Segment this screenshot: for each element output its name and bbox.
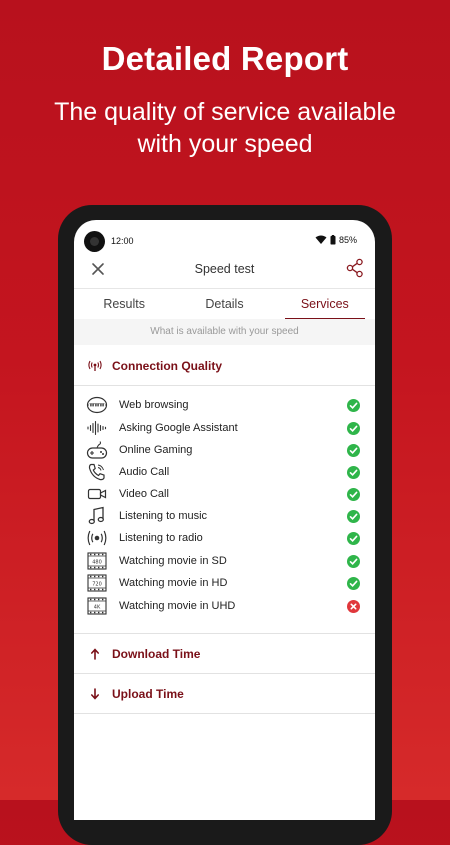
- page-title: Speed test: [194, 262, 255, 276]
- service-label: Watching movie in UHD: [119, 600, 236, 612]
- download-time-label: Download Time: [112, 647, 201, 661]
- service-row-google-assistant: Asking Google Assistant: [74, 417, 375, 439]
- service-label: Watching movie in HD: [119, 577, 228, 589]
- service-label: Web browsing: [119, 399, 189, 411]
- radio-broadcast-icon: [87, 530, 107, 546]
- front-camera: [84, 231, 105, 252]
- service-row-online-gaming: Online Gaming: [74, 439, 375, 461]
- tab-services[interactable]: Services: [275, 289, 375, 320]
- phone-call-icon: [88, 463, 105, 481]
- svg-text:720: 720: [92, 581, 102, 587]
- tab-details[interactable]: Details: [174, 289, 274, 319]
- status-ok-icon: [347, 554, 360, 568]
- service-row-movie-sd: 480 Watching movie in SD: [74, 550, 375, 572]
- status-unavailable-icon: [347, 599, 360, 613]
- service-row-music: Listening to music: [74, 505, 375, 527]
- status-indicators: 85%: [315, 235, 357, 245]
- upload-time-label: Upload Time: [112, 687, 184, 701]
- service-label: Video Call: [119, 488, 169, 500]
- tab-bar: Results Details Services: [74, 288, 375, 320]
- service-row-movie-uhd: 4K Watching movie in UHD: [74, 595, 375, 617]
- share-icon[interactable]: [346, 258, 364, 278]
- battery-level: 85%: [338, 235, 357, 245]
- status-ok-icon: [347, 398, 360, 412]
- tab-results[interactable]: Results: [74, 289, 174, 319]
- svg-text:4K: 4K: [94, 604, 101, 610]
- hero-subtitle: The quality of service available with yo…: [54, 98, 396, 158]
- status-time: 12:00: [111, 236, 134, 246]
- service-label: Audio Call: [119, 466, 170, 478]
- status-ok-icon: [347, 465, 360, 479]
- phone-screen: 12:00 85% Speed test Results Details Ser…: [74, 220, 375, 820]
- antenna-icon: [88, 360, 102, 371]
- upload-time-section[interactable]: Upload Time: [74, 674, 375, 714]
- service-row-audio-call: Audio Call: [74, 461, 375, 483]
- service-row-video-call: Video Call: [74, 483, 375, 505]
- services-subtitle: What is available with your speed: [74, 319, 375, 345]
- phone-side-button: [388, 368, 392, 402]
- arrow-down-icon: [91, 688, 99, 700]
- divider: [74, 385, 375, 386]
- app-bar: Speed test: [74, 256, 375, 290]
- hero-title: Detailed Report: [101, 40, 349, 77]
- wifi-icon: [315, 235, 327, 244]
- service-label: Online Gaming: [119, 444, 193, 456]
- music-note-icon: [88, 506, 104, 525]
- status-ok-icon: [347, 443, 360, 457]
- connection-quality-label: Connection Quality: [112, 359, 223, 373]
- service-label: Listening to radio: [119, 532, 203, 544]
- status-ok-icon: [347, 576, 360, 590]
- connection-quality-header: Connection Quality: [74, 346, 375, 386]
- gamepad-icon: [86, 441, 108, 459]
- svg-text:WWW: WWW: [90, 403, 105, 409]
- www-icon: WWW: [86, 396, 108, 414]
- divider: [74, 713, 375, 714]
- arrow-up-icon: [91, 648, 99, 660]
- status-ok-icon: [347, 509, 360, 523]
- svg-text:480: 480: [92, 559, 102, 565]
- service-label: Asking Google Assistant: [119, 422, 238, 434]
- status-ok-icon: [347, 421, 360, 435]
- battery-icon: [330, 235, 336, 245]
- service-label: Watching movie in SD: [119, 555, 227, 567]
- service-row-movie-hd: 720 Watching movie in HD: [74, 572, 375, 594]
- service-row-web-browsing: WWW Web browsing: [74, 394, 375, 416]
- service-label: Listening to music: [119, 510, 208, 522]
- film-480-icon: 480: [87, 552, 107, 570]
- video-camera-icon: [87, 488, 107, 500]
- status-ok-icon: [347, 487, 360, 501]
- phone-volume-button: [388, 425, 392, 487]
- service-row-radio: Listening to radio: [74, 527, 375, 549]
- voice-waveform-icon: [87, 420, 107, 436]
- download-time-section[interactable]: Download Time: [74, 634, 375, 674]
- film-4k-icon: 4K: [87, 597, 107, 615]
- status-ok-icon: [347, 531, 360, 545]
- film-720-icon: 720: [87, 574, 107, 592]
